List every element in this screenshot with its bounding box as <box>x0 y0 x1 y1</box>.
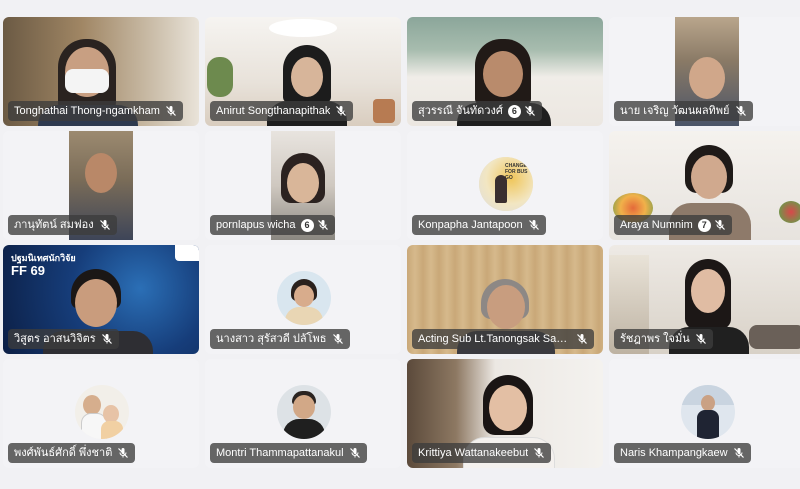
logo <box>175 245 199 261</box>
participant-face <box>691 155 727 199</box>
plant-decor <box>207 57 233 97</box>
participant-face <box>287 163 319 203</box>
participant-name-label: Montri Thammapattanakul <box>210 443 367 463</box>
participant-face <box>291 57 323 97</box>
ceiling-light <box>269 19 337 37</box>
mic-off-icon[interactable] <box>332 333 344 345</box>
participant-face <box>489 385 527 431</box>
mic-off-icon[interactable] <box>695 333 707 345</box>
participant-name-label: ภานุทัตน์ สมฟอง <box>8 215 117 235</box>
participant-name: รัชฎาพร ใจมั่น <box>620 333 690 345</box>
mic-off-icon[interactable] <box>735 105 747 117</box>
participant-name: Konpapha Jantapoon <box>418 219 523 231</box>
mic-off-icon[interactable] <box>101 333 113 345</box>
participant-face <box>75 279 117 327</box>
participant-tile[interactable]: CHANGE FOR BUS GO Konpapha Jantapoon <box>407 131 603 240</box>
participant-name-label: นาย เจริญ วัฒนผลทิพย์ <box>614 101 753 121</box>
participant-name-label: รัชฎาพร ใจมั่น <box>614 329 713 349</box>
participant-tile[interactable]: สุวรรณี จันทัดวงศ์ 6 <box>407 17 603 126</box>
mic-off-icon[interactable] <box>733 447 745 459</box>
participant-face <box>487 285 525 329</box>
participant-tile[interactable]: Naris Khampangkaew <box>609 359 800 468</box>
participant-name-label: สุวรรณี จันทัดวงศ์ 6 <box>412 101 542 121</box>
avatar-poster-text: CHANGE FOR BUS GO <box>505 163 528 181</box>
sofa-decor <box>749 325 800 349</box>
participant-avatar <box>277 385 331 439</box>
participant-tile[interactable]: pornlapus wicha 6 <box>205 131 401 240</box>
participant-face <box>483 51 523 97</box>
participant-avatar <box>681 385 735 439</box>
participant-face <box>85 153 117 193</box>
chair-decor <box>373 99 395 123</box>
mic-off-icon[interactable] <box>349 447 361 459</box>
participant-tile[interactable]: Krittiya Wattanakeebut <box>407 359 603 468</box>
participant-name: นางสาว สุรัสวดี ปลัโพธ <box>216 333 327 345</box>
participant-name-label: Krittiya Wattanakeebut <box>412 443 552 463</box>
participant-tile[interactable]: Araya Numnim 7 <box>609 131 800 240</box>
participant-name-label: Acting Sub Lt.Tanongsak Sass... <box>412 329 594 349</box>
participant-avatar <box>277 271 331 325</box>
participant-tile[interactable]: ปฐมนิเทศนักวิจัย FF 69 วิสูตร อาสนวิจิตร <box>3 245 199 354</box>
poster-text-title: FF 69 <box>11 263 45 278</box>
participant-name-label: วิสูตร อาสนวิจิตร <box>8 329 119 349</box>
participant-name: Naris Khampangkaew <box>620 447 728 459</box>
participant-tile[interactable]: Tonghathai Thong-ngamkham <box>3 17 199 126</box>
participant-name: พงศ์พันธ์ศักดิ์ พึ่งชาติ <box>14 447 113 459</box>
participant-name: Anirut Songthanapithak <box>216 105 331 117</box>
mic-off-icon[interactable] <box>714 219 726 231</box>
face-mask <box>65 69 109 93</box>
participant-face <box>689 57 725 99</box>
mic-off-icon[interactable] <box>317 219 329 231</box>
mic-off-icon[interactable] <box>117 447 129 459</box>
mic-off-icon[interactable] <box>99 219 111 231</box>
participant-name: pornlapus wicha <box>216 219 296 231</box>
participant-name: สุวรรณี จันทัดวงศ์ <box>418 105 503 117</box>
participant-name-label: Anirut Songthanapithak <box>210 101 354 121</box>
participant-name: Tonghathai Thong-ngamkham <box>14 105 160 117</box>
participant-tile[interactable]: Montri Thammapattanakul <box>205 359 401 468</box>
raised-hand-icon: 6 <box>507 104 521 118</box>
participant-tile[interactable]: นางสาว สุรัสวดี ปลัโพธ <box>205 245 401 354</box>
participant-tile[interactable]: นาย เจริญ วัฒนผลทิพย์ <box>609 17 800 126</box>
participant-tile[interactable]: Anirut Songthanapithak <box>205 17 401 126</box>
participant-name-label: Konpapha Jantapoon <box>412 215 546 235</box>
participant-avatar <box>75 385 129 439</box>
participant-name: ภานุทัตน์ สมฟอง <box>14 219 94 231</box>
participant-name-label: Araya Numnim 7 <box>614 215 732 235</box>
mic-off-icon[interactable] <box>528 219 540 231</box>
participant-name: Acting Sub Lt.Tanongsak Sass... <box>418 333 571 345</box>
mic-off-icon[interactable] <box>524 105 536 117</box>
participant-tile[interactable]: รัชฎาพร ใจมั่น <box>609 245 800 354</box>
participant-tile[interactable]: ภานุทัตน์ สมฟอง <box>3 131 199 240</box>
raised-hand-icon: 6 <box>300 218 314 232</box>
raised-hand-icon: 7 <box>697 218 711 232</box>
participant-tile[interactable]: พงศ์พันธ์ศักดิ์ พึ่งชาติ <box>3 359 199 468</box>
participant-name: Montri Thammapattanakul <box>216 447 344 459</box>
participant-name-label: พงศ์พันธ์ศักดิ์ พึ่งชาติ <box>8 443 136 463</box>
mic-off-icon[interactable] <box>533 447 545 459</box>
participant-name: นาย เจริญ วัฒนผลทิพย์ <box>620 105 730 117</box>
participant-name: วิสูตร อาสนวิจิตร <box>14 333 96 345</box>
participant-face <box>691 269 725 313</box>
mic-off-icon[interactable] <box>165 105 177 117</box>
flowers-decor <box>779 201 800 223</box>
participant-name-label: นางสาว สุรัสวดี ปลัโพธ <box>210 329 350 349</box>
mic-off-icon[interactable] <box>335 105 347 117</box>
participant-name-label: pornlapus wicha 6 <box>210 215 335 235</box>
participant-name: Krittiya Wattanakeebut <box>418 447 529 459</box>
participant-tile[interactable]: Acting Sub Lt.Tanongsak Sass... <box>407 245 603 354</box>
mic-off-icon[interactable] <box>576 333 588 345</box>
participant-avatar: CHANGE FOR BUS GO <box>479 157 533 211</box>
participant-name-label: Naris Khampangkaew <box>614 443 751 463</box>
participant-name: Araya Numnim <box>620 219 693 231</box>
participant-name-label: Tonghathai Thong-ngamkham <box>8 101 183 121</box>
